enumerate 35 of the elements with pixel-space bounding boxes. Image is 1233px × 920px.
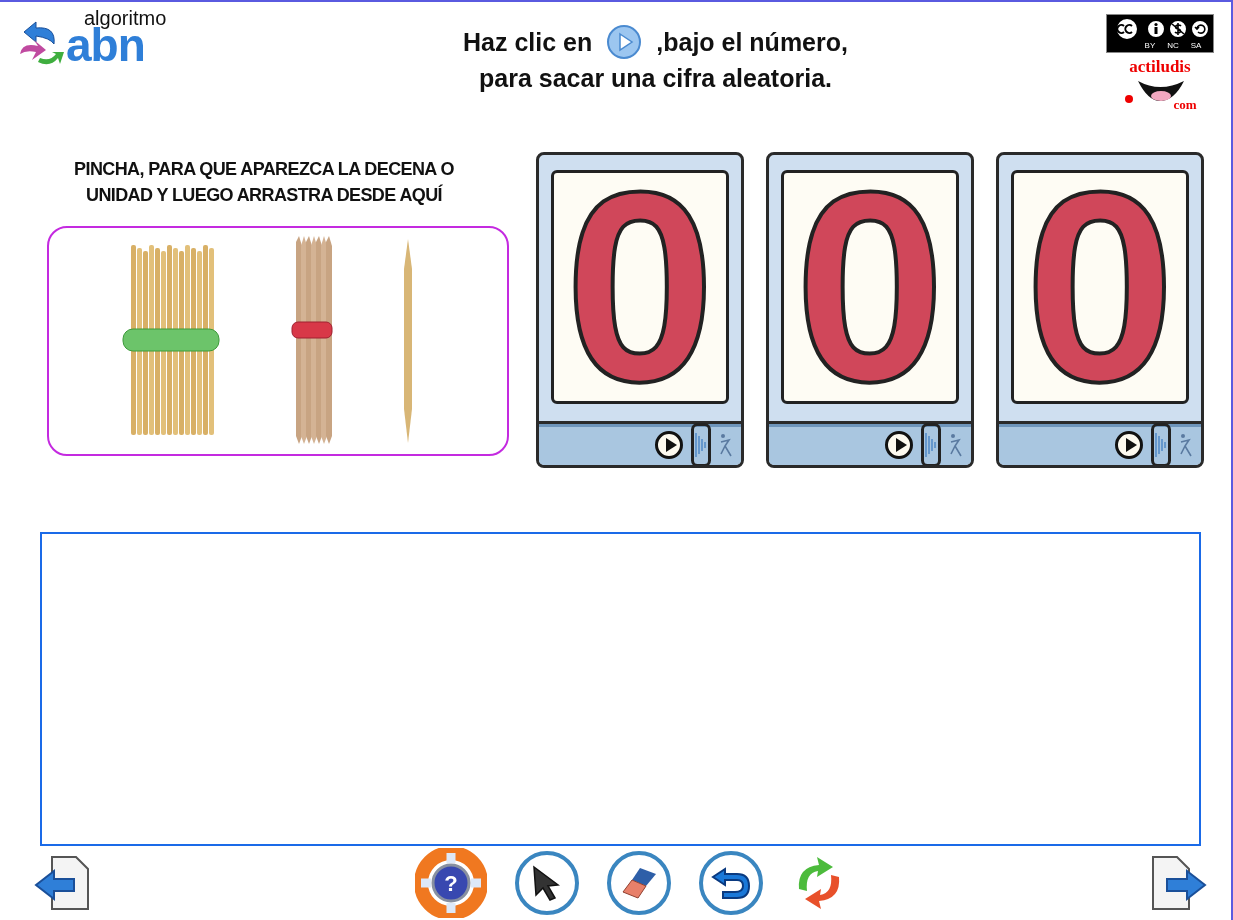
back-button[interactable] xyxy=(34,855,92,911)
brand-suffix: com xyxy=(1173,97,1197,113)
instruction-text: para sacar una cifra aleatoria. xyxy=(479,64,832,93)
page-arrow-icon xyxy=(34,855,92,911)
instruction-text: ,bajo el número, xyxy=(656,27,848,57)
play-button[interactable] xyxy=(655,430,683,459)
play-icon xyxy=(606,24,643,60)
digit: 0 xyxy=(564,173,716,401)
no-dollar-icon xyxy=(1168,19,1188,39)
license-label: NC xyxy=(1167,41,1179,50)
page-arrow-icon xyxy=(1149,855,1207,911)
instruction-text: Haz clic en xyxy=(463,27,593,57)
figure-icon xyxy=(1179,431,1193,458)
play-button[interactable] xyxy=(1115,430,1143,459)
sound-icon[interactable] xyxy=(1151,422,1171,465)
person-icon xyxy=(1146,19,1166,39)
play-icon xyxy=(664,437,677,452)
play-button[interactable] xyxy=(885,430,913,459)
share-alike-icon xyxy=(1190,19,1210,39)
help-button[interactable]: ? xyxy=(414,848,487,918)
tray-caption: PINCHA, PARA QUE APAREZCA LA DECENA O UNIDAD Y LUEGO ARRASTRA DESDE AQUÍ xyxy=(74,158,454,207)
digit: 0 xyxy=(1024,173,1176,401)
play-icon xyxy=(894,437,907,452)
undo-icon xyxy=(710,865,751,901)
license-label: SA xyxy=(1190,41,1202,50)
sound-icon[interactable] xyxy=(921,422,941,465)
figure-icon xyxy=(719,431,733,458)
play-icon xyxy=(1124,437,1137,452)
forward-button[interactable] xyxy=(1149,855,1207,911)
digit: 0 xyxy=(794,173,946,401)
sound-icon[interactable] xyxy=(691,422,711,465)
license-label: BY xyxy=(1144,41,1156,50)
license-badge[interactable]: BY NC SA xyxy=(1106,14,1214,53)
figure-icon xyxy=(949,431,963,458)
brand-name: actiludis xyxy=(1129,57,1191,77)
